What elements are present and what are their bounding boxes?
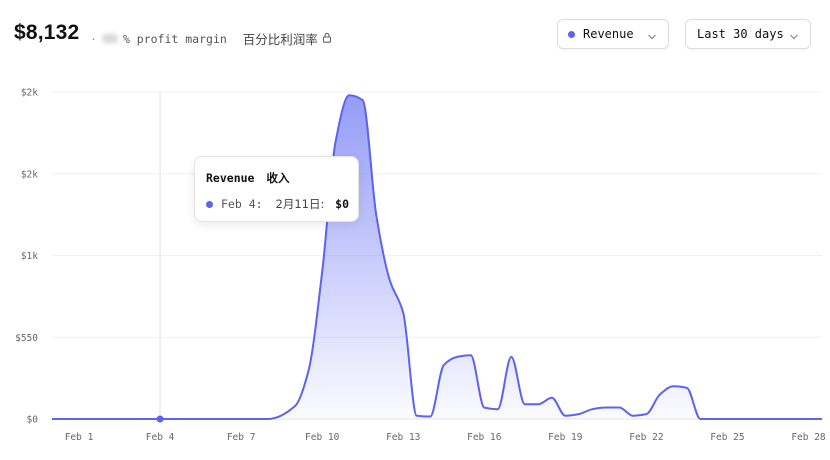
x-tick-label: Feb 13 bbox=[386, 432, 420, 443]
revenue-area bbox=[52, 95, 822, 419]
tooltip-date-cjk: 2月11日: bbox=[275, 197, 325, 211]
y-tick-label: $2k bbox=[21, 88, 38, 99]
x-axis-ticks: Feb 1 Feb 4 Feb 7 Feb 10 Feb 13 Feb 16 Feb 19 F… bbox=[65, 432, 826, 443]
date-range-select-value: Last 30 days bbox=[697, 27, 784, 41]
metric-select[interactable]: Revenue bbox=[557, 19, 669, 49]
tooltip-date: Feb 4: bbox=[221, 197, 263, 211]
profit-margin: · % profit margin 百分比利润率 bbox=[90, 29, 332, 48]
x-tick-label: Feb 10 bbox=[305, 432, 340, 443]
chart-tooltip: Revenue 收入 Feb 4: 2月11日: $0 bbox=[194, 156, 359, 222]
hover-point[interactable] bbox=[156, 415, 164, 423]
tooltip-value: $0 bbox=[335, 197, 349, 211]
lock-icon bbox=[322, 32, 332, 46]
grid-layer bbox=[52, 91, 822, 420]
metric-select-value: Revenue bbox=[583, 27, 634, 41]
blurred-margin-value bbox=[101, 34, 118, 43]
y-tick-label: $1k bbox=[21, 251, 38, 262]
x-tick-label: Feb 1 bbox=[65, 432, 94, 443]
y-tick-label: $0 bbox=[27, 415, 39, 426]
tooltip-row: Feb 4: 2月11日: $0 bbox=[206, 196, 349, 212]
header: $8,132 · % profit margin 百分比利润率 Revenue … bbox=[0, 0, 830, 70]
y-tick-label: $2k bbox=[21, 169, 38, 180]
x-tick-label: Feb 25 bbox=[710, 432, 744, 443]
separator: · bbox=[90, 31, 97, 46]
y-axis-ticks: $2k $2k $1k $550 $0 bbox=[15, 88, 38, 426]
revenue-dot-icon bbox=[568, 30, 575, 38]
tooltip-title-text: Revenue bbox=[206, 171, 255, 185]
chevron-down-icon bbox=[789, 30, 799, 44]
x-tick-label: Feb 22 bbox=[629, 432, 663, 443]
x-tick-label: Feb 7 bbox=[227, 432, 256, 443]
x-tick-label: Feb 28 bbox=[791, 432, 826, 443]
date-range-select[interactable]: Last 30 days bbox=[685, 19, 811, 49]
revenue-area-chart[interactable]: $2k$2k$1k$550$0 Feb 1 Feb 4 Feb 7 Feb 10 Feb… bbox=[0, 70, 830, 460]
x-tick-label: Feb 16 bbox=[467, 432, 502, 443]
profit-margin-label-cjk: 百分比利润率 bbox=[242, 32, 318, 47]
total-revenue: $8,132 bbox=[14, 21, 80, 44]
tooltip-title: Revenue 收入 bbox=[206, 170, 289, 186]
x-tick-label: Feb 4 bbox=[146, 432, 175, 443]
revenue-line bbox=[52, 94, 822, 420]
profit-margin-label: % profit margin bbox=[122, 31, 227, 46]
chevron-down-icon bbox=[647, 30, 657, 44]
revenue-dot-icon bbox=[206, 200, 213, 208]
x-tick-label: Feb 19 bbox=[548, 432, 583, 443]
y-tick-label: $550 bbox=[15, 333, 38, 344]
tooltip-title-cjk: 收入 bbox=[266, 171, 290, 185]
